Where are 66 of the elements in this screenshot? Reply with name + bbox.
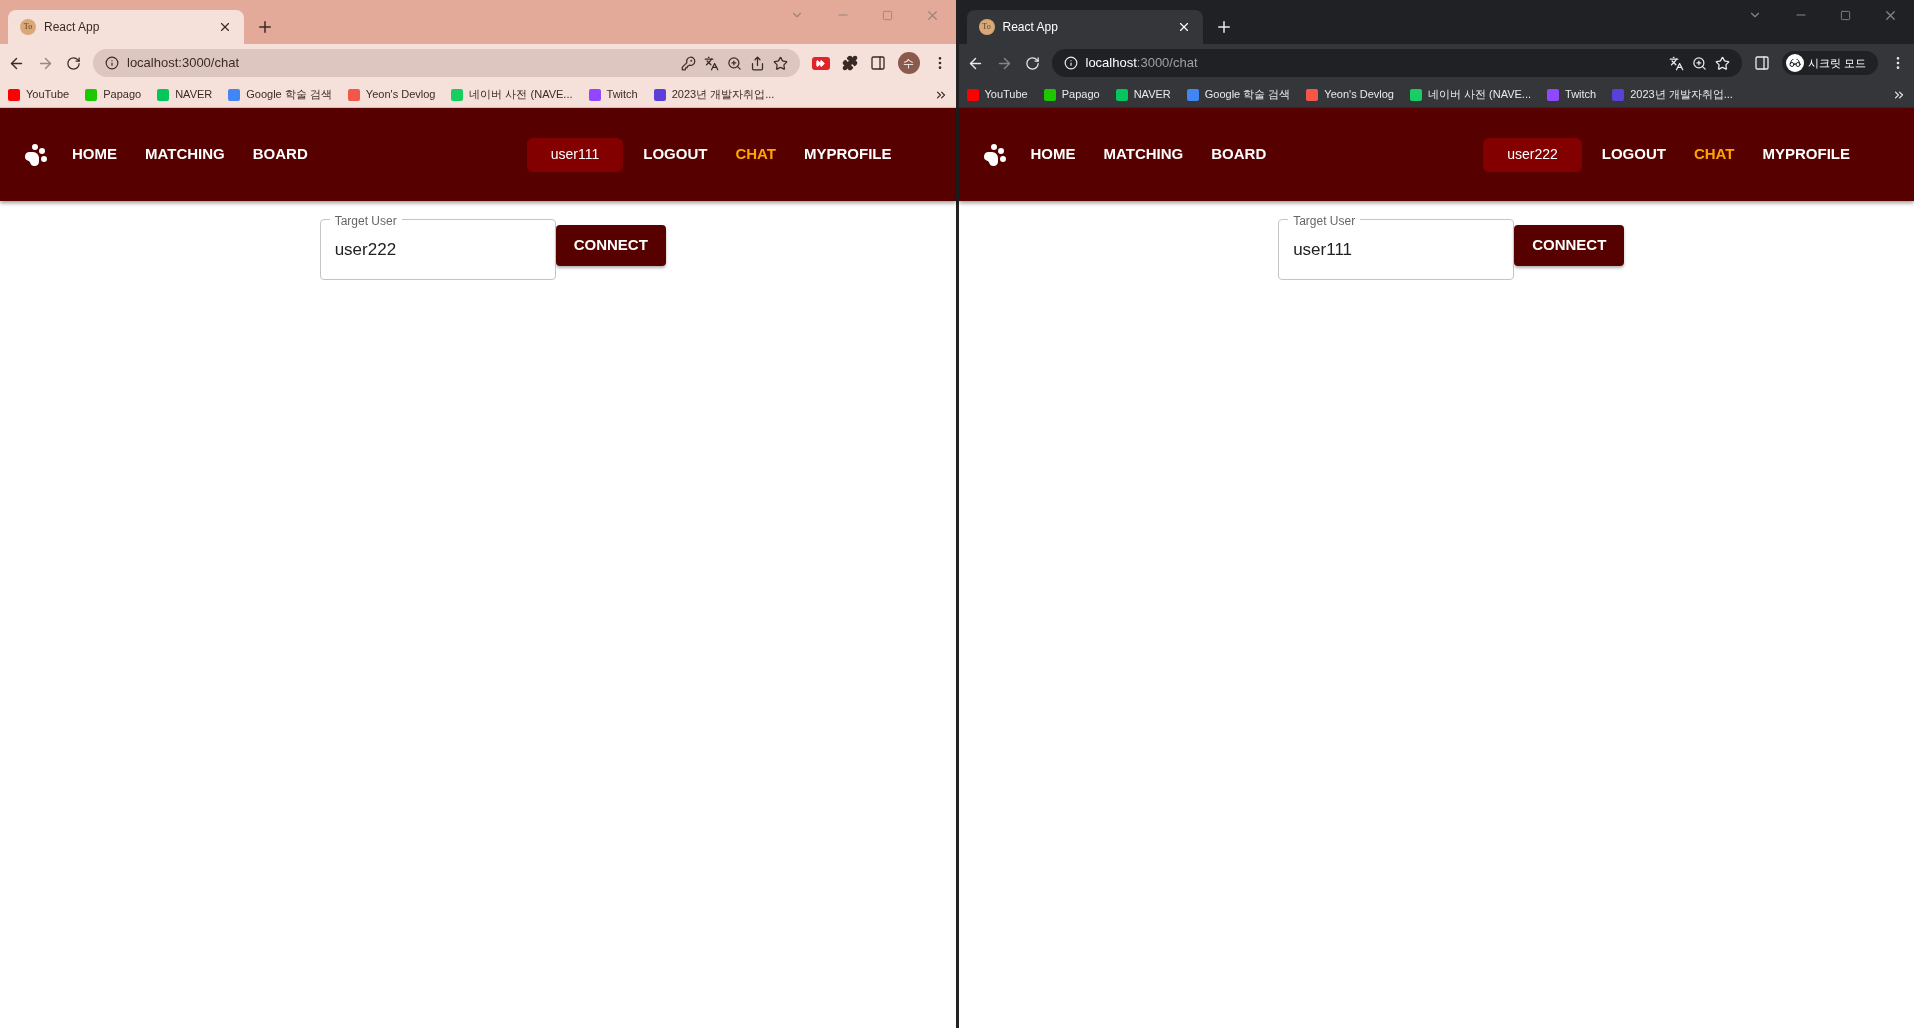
new-tab-icon[interactable] bbox=[256, 18, 274, 36]
bookmark-link[interactable]: 네이버 사전 (NAVE... bbox=[469, 86, 573, 103]
field-value: user222 bbox=[334, 238, 397, 261]
bookmark-link[interactable]: Twitch bbox=[606, 86, 638, 103]
bookmark-link[interactable]: NAVER bbox=[1133, 86, 1171, 103]
nav-link[interactable]: HOME bbox=[72, 143, 117, 166]
paw-logo-icon[interactable] bbox=[982, 142, 1007, 167]
close-window-icon[interactable] bbox=[1883, 8, 1898, 23]
close-tab-icon[interactable] bbox=[218, 20, 232, 34]
bookmark-link[interactable]: Google 학술 검색 bbox=[1204, 86, 1291, 103]
site-info-icon[interactable] bbox=[105, 56, 119, 70]
bookmark-link[interactable]: 2023년 개발자취업... bbox=[671, 86, 775, 103]
incognito-button[interactable]: 시크릿 모드 bbox=[1781, 51, 1878, 75]
nav-link[interactable]: MYPROFILE bbox=[804, 143, 892, 166]
reload-icon[interactable] bbox=[66, 55, 81, 71]
bookmark-link[interactable]: Papago bbox=[103, 86, 142, 103]
connect-button[interactable]: CONNECT bbox=[555, 225, 666, 266]
browser-tab[interactable]: To React App bbox=[8, 10, 244, 44]
nav-link[interactable]: BOARD bbox=[252, 143, 308, 166]
profile-avatar[interactable]: 수 bbox=[897, 52, 920, 74]
share-icon[interactable] bbox=[749, 55, 765, 71]
translate-icon[interactable] bbox=[1668, 55, 1684, 71]
nav-link[interactable]: MYPROFILE bbox=[1762, 143, 1850, 166]
zoom-icon[interactable] bbox=[1691, 55, 1707, 71]
tab-favicon: To bbox=[978, 19, 995, 35]
nav-link[interactable]: CHAT bbox=[1693, 143, 1735, 166]
nav-link[interactable]: HOME bbox=[1030, 143, 1076, 166]
paw-logo-icon[interactable] bbox=[24, 142, 48, 167]
connect-button[interactable]: CONNECT bbox=[1514, 225, 1625, 266]
maximize-icon[interactable] bbox=[1840, 10, 1851, 21]
username-button[interactable]: user111 bbox=[526, 137, 624, 172]
url-text: localhost:3000/chat bbox=[127, 54, 241, 73]
extensions-icon[interactable] bbox=[841, 55, 858, 71]
bookmark-link[interactable]: YouTube bbox=[984, 86, 1028, 103]
side-panel-icon[interactable] bbox=[1753, 55, 1770, 71]
star-icon[interactable] bbox=[772, 55, 788, 71]
tab-title: React App bbox=[1002, 19, 1059, 36]
zoom-icon[interactable] bbox=[726, 55, 742, 71]
url-text: localhost:3000/chat bbox=[1085, 54, 1199, 73]
extension-icon[interactable] bbox=[811, 56, 830, 70]
nav-link[interactable]: MATCHING bbox=[145, 143, 225, 166]
bookmark-link[interactable]: Twitch bbox=[1565, 86, 1597, 103]
bookmark-link[interactable]: YouTube bbox=[26, 86, 70, 103]
translate-icon[interactable] bbox=[703, 55, 719, 71]
bookmark-link[interactable]: Papago bbox=[1061, 86, 1100, 103]
nav-link[interactable]: BOARD bbox=[1211, 143, 1267, 166]
key-icon[interactable] bbox=[680, 55, 696, 71]
address-bar[interactable]: localhost:3000/chat bbox=[93, 49, 800, 77]
nav-link[interactable]: LOGOUT bbox=[643, 143, 708, 166]
bookmark-link[interactable]: Google 학술 검색 bbox=[246, 86, 332, 103]
bookmark-link[interactable]: Yeon's Devlog bbox=[365, 86, 436, 103]
address-bar[interactable]: localhost:3000/chat bbox=[1051, 49, 1742, 77]
bookmark-link[interactable]: Yeon's Devlog bbox=[1324, 86, 1394, 103]
side-panel-icon[interactable] bbox=[869, 55, 886, 71]
nav-link[interactable]: LOGOUT bbox=[1601, 143, 1666, 166]
nav-link[interactable]: CHAT bbox=[735, 143, 776, 166]
tab-title: React App bbox=[44, 19, 101, 36]
bookmark-link[interactable]: NAVER bbox=[175, 86, 213, 103]
browser-tab[interactable]: To React App bbox=[966, 10, 1203, 44]
tab-favicon: To bbox=[20, 19, 36, 35]
username-button[interactable]: user222 bbox=[1483, 137, 1582, 172]
nav-link[interactable]: MATCHING bbox=[1103, 143, 1184, 166]
bookmark-link[interactable]: 2023년 개발자취업... bbox=[1630, 86, 1733, 103]
bookmark-link[interactable]: 네이버 사전 (NAVE... bbox=[1427, 86, 1532, 103]
incognito-icon bbox=[1785, 54, 1804, 72]
field-value: user111 bbox=[1293, 238, 1353, 261]
